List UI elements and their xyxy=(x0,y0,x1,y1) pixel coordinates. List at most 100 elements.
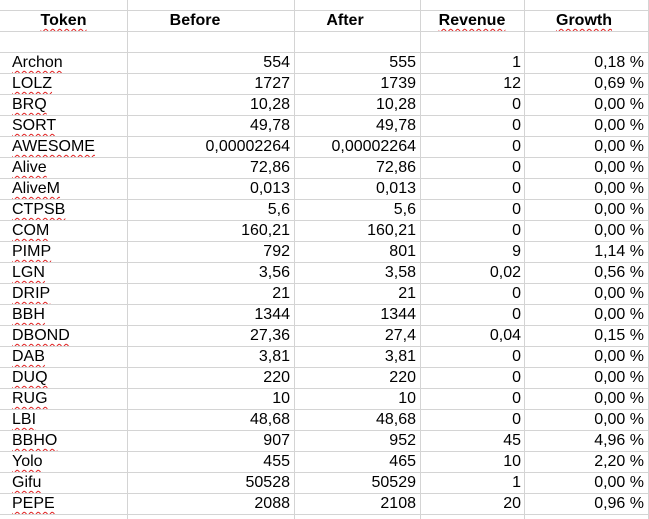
after-cell[interactable]: 465 xyxy=(294,451,420,472)
token-cell[interactable]: COM xyxy=(0,220,127,241)
before-cell[interactable]: 50528 xyxy=(127,472,294,493)
growth-cell[interactable]: 2,20 % xyxy=(524,451,648,472)
before-cell[interactable]: 72,86 xyxy=(127,157,294,178)
revenue-cell[interactable]: 0 xyxy=(420,136,524,157)
after-cell[interactable]: 2108 xyxy=(294,493,420,514)
before-cell[interactable]: 5,6 xyxy=(127,199,294,220)
growth-cell[interactable]: 0,96 % xyxy=(524,493,648,514)
after-cell[interactable]: 0,013 xyxy=(294,178,420,199)
after-cell[interactable]: 10 xyxy=(294,388,420,409)
growth-cell[interactable]: 0,00 % xyxy=(524,388,648,409)
token-cell[interactable]: Gifu xyxy=(0,472,127,493)
after-cell[interactable]: 3,58 xyxy=(294,262,420,283)
growth-cell[interactable]: 0,00 % xyxy=(524,283,648,304)
after-cell[interactable]: 220 xyxy=(294,367,420,388)
revenue-cell[interactable]: 0 xyxy=(420,115,524,136)
growth-cell[interactable]: 0,18 % xyxy=(524,52,648,73)
growth-cell[interactable]: 0,00 % xyxy=(524,199,648,220)
revenue-cell[interactable]: 12 xyxy=(420,73,524,94)
before-cell[interactable]: 10,28 xyxy=(127,94,294,115)
growth-cell[interactable]: 1,14 % xyxy=(524,241,648,262)
header-cell-growth[interactable]: Growth xyxy=(524,10,644,31)
token-cell[interactable]: DRIP xyxy=(0,283,127,304)
revenue-cell[interactable]: 0 xyxy=(420,367,524,388)
before-cell[interactable]: 21 xyxy=(127,283,294,304)
after-cell[interactable]: 5,6 xyxy=(294,199,420,220)
growth-cell[interactable]: 0,69 % xyxy=(524,73,648,94)
before-cell[interactable]: 554 xyxy=(127,52,294,73)
growth-cell[interactable]: 0,00 % xyxy=(524,304,648,325)
revenue-cell[interactable]: 0 xyxy=(420,157,524,178)
before-cell[interactable]: 455 xyxy=(127,451,294,472)
after-cell[interactable]: 160,21 xyxy=(294,220,420,241)
token-cell[interactable]: Archon xyxy=(0,52,127,73)
revenue-cell[interactable]: 1 xyxy=(420,472,524,493)
revenue-cell[interactable]: 9 xyxy=(420,241,524,262)
spreadsheet-grid[interactable]: Token Before After Revenue Growth Archon… xyxy=(0,0,649,519)
after-cell[interactable]: 1739 xyxy=(294,73,420,94)
after-cell[interactable]: 1344 xyxy=(294,304,420,325)
token-cell[interactable]: PEPE xyxy=(0,493,127,514)
growth-cell[interactable]: 4,96 % xyxy=(524,430,648,451)
header-cell-after[interactable]: After xyxy=(263,10,427,31)
before-cell[interactable]: 49,78 xyxy=(127,115,294,136)
revenue-cell[interactable]: 0 xyxy=(420,346,524,367)
header-cell-token[interactable]: Token xyxy=(0,10,127,31)
after-cell[interactable]: 0,00002264 xyxy=(294,136,420,157)
token-cell[interactable]: CTPSB xyxy=(0,199,127,220)
before-cell[interactable]: 0,00002264 xyxy=(127,136,294,157)
growth-cell[interactable]: 0,00 % xyxy=(524,346,648,367)
growth-cell[interactable]: 0,00 % xyxy=(524,367,648,388)
revenue-cell[interactable]: 0 xyxy=(420,178,524,199)
token-cell[interactable]: AliveM xyxy=(0,178,127,199)
revenue-cell[interactable]: 0,04 xyxy=(420,325,524,346)
before-cell[interactable]: 48,68 xyxy=(127,409,294,430)
token-cell[interactable]: BBHO xyxy=(0,430,127,451)
token-cell[interactable]: Yolo xyxy=(0,451,127,472)
before-cell[interactable]: 3,56 xyxy=(127,262,294,283)
revenue-cell[interactable]: 0 xyxy=(420,409,524,430)
after-cell[interactable]: 952 xyxy=(294,430,420,451)
header-cell-revenue[interactable]: Revenue xyxy=(420,10,524,31)
revenue-cell[interactable]: 0 xyxy=(420,199,524,220)
growth-cell[interactable]: 0,56 % xyxy=(524,262,648,283)
before-cell[interactable]: 160,21 xyxy=(127,220,294,241)
after-cell[interactable]: 48,68 xyxy=(294,409,420,430)
growth-cell[interactable]: 0,00 % xyxy=(524,178,648,199)
before-cell[interactable]: 0,013 xyxy=(127,178,294,199)
token-cell[interactable]: LGN xyxy=(0,262,127,283)
revenue-cell[interactable]: 0 xyxy=(420,220,524,241)
before-cell[interactable]: 1344 xyxy=(127,304,294,325)
after-cell[interactable]: 50529 xyxy=(294,472,420,493)
revenue-cell[interactable]: 1 xyxy=(420,52,524,73)
token-cell[interactable]: DAB xyxy=(0,346,127,367)
token-cell[interactable]: BBH xyxy=(0,304,127,325)
token-cell[interactable]: Alive xyxy=(0,157,127,178)
token-cell[interactable]: PIMP xyxy=(0,241,127,262)
header-cell-before[interactable]: Before xyxy=(127,10,263,31)
revenue-cell[interactable]: 45 xyxy=(420,430,524,451)
revenue-cell[interactable]: 0 xyxy=(420,388,524,409)
after-cell[interactable]: 3,81 xyxy=(294,346,420,367)
token-cell[interactable]: RUG xyxy=(0,388,127,409)
revenue-cell[interactable]: 0 xyxy=(420,283,524,304)
after-cell[interactable]: 555 xyxy=(294,52,420,73)
after-cell[interactable]: 49,78 xyxy=(294,115,420,136)
before-cell[interactable]: 27,36 xyxy=(127,325,294,346)
before-cell[interactable]: 792 xyxy=(127,241,294,262)
revenue-cell[interactable]: 10 xyxy=(420,451,524,472)
revenue-cell[interactable]: 20 xyxy=(420,493,524,514)
growth-cell[interactable]: 0,00 % xyxy=(524,136,648,157)
before-cell[interactable]: 2088 xyxy=(127,493,294,514)
token-cell[interactable]: LBI xyxy=(0,409,127,430)
token-cell[interactable]: DBOND xyxy=(0,325,127,346)
after-cell[interactable]: 72,86 xyxy=(294,157,420,178)
growth-cell[interactable]: 0,00 % xyxy=(524,409,648,430)
revenue-cell[interactable]: 0,02 xyxy=(420,262,524,283)
before-cell[interactable]: 907 xyxy=(127,430,294,451)
token-cell[interactable]: AWESOME xyxy=(0,136,127,157)
revenue-cell[interactable]: 0 xyxy=(420,304,524,325)
before-cell[interactable]: 10 xyxy=(127,388,294,409)
growth-cell[interactable]: 0,15 % xyxy=(524,325,648,346)
token-cell[interactable]: DUQ xyxy=(0,367,127,388)
